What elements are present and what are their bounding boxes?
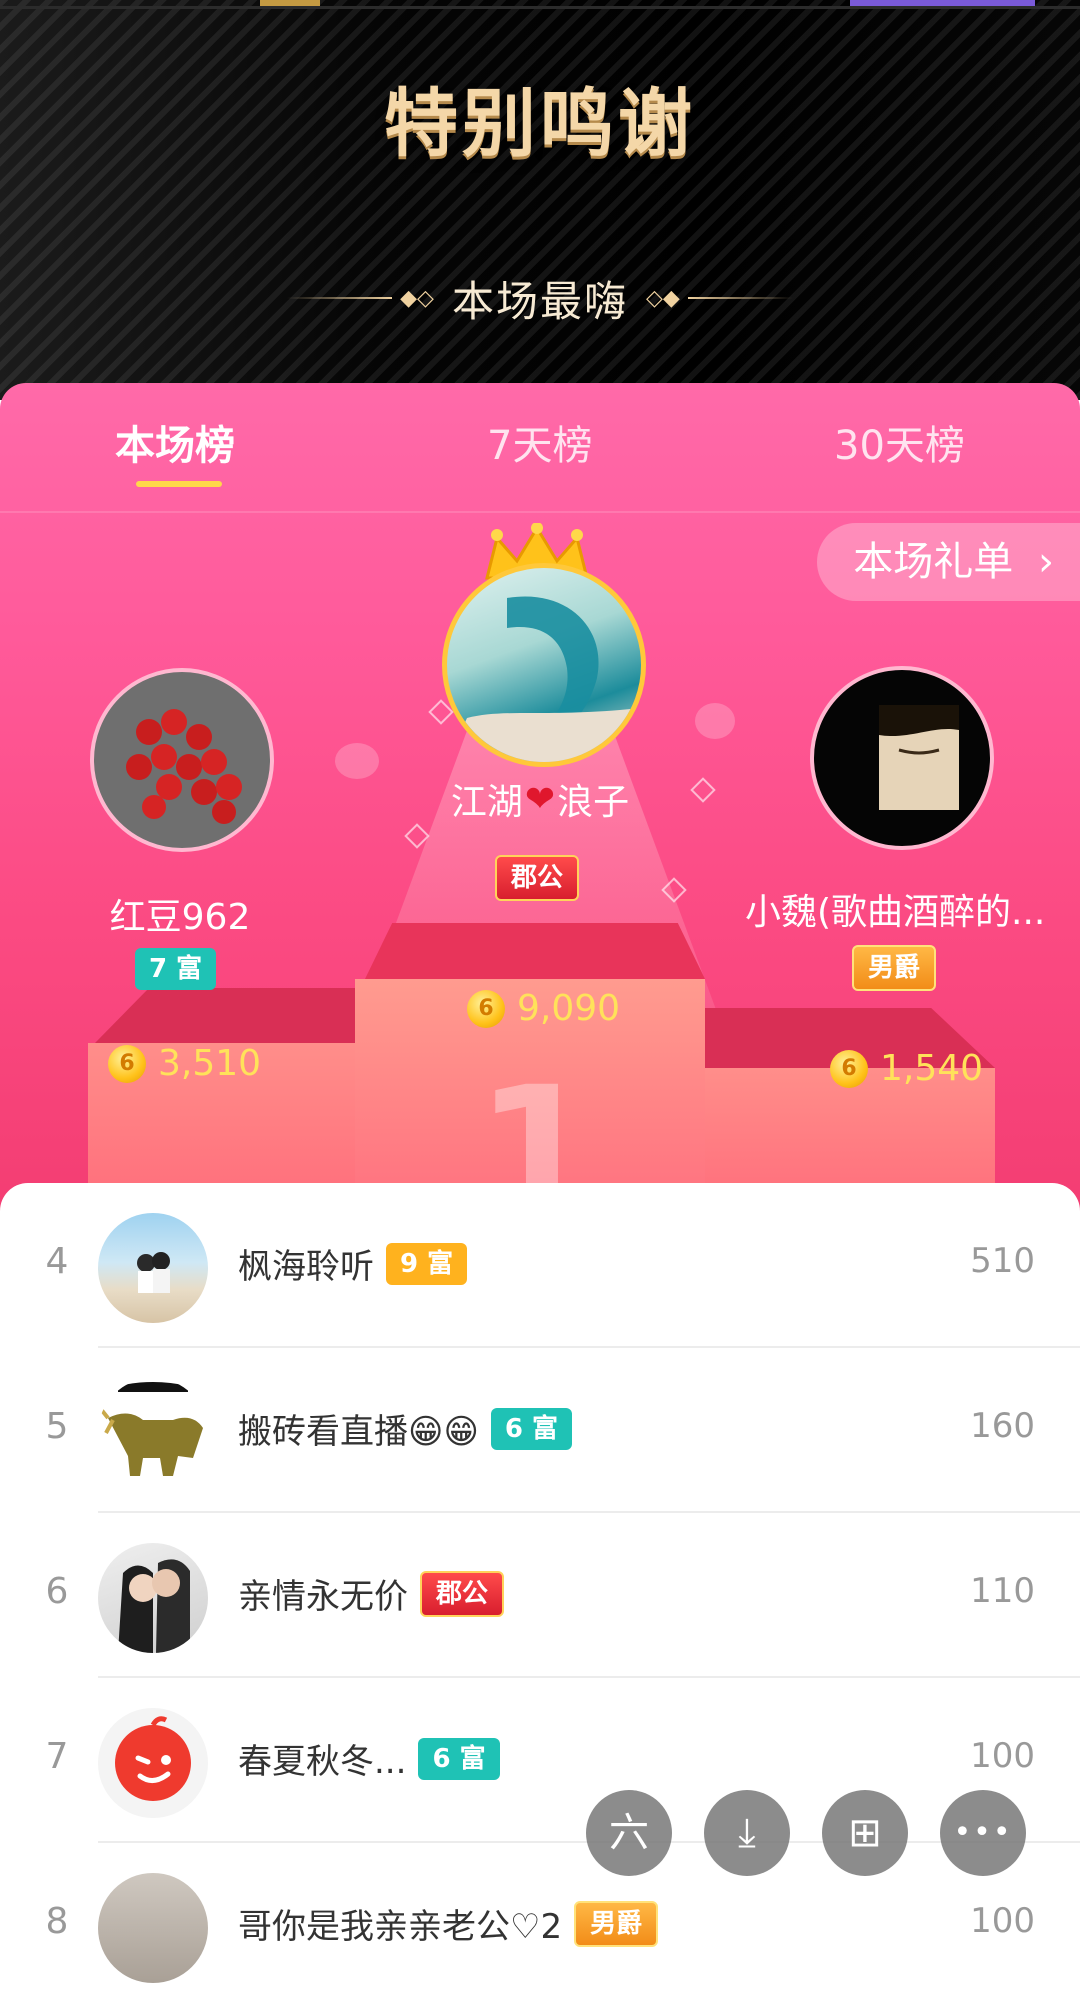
coin-icon: 6 [108, 1044, 146, 1083]
tab-indicator [136, 481, 222, 487]
divider [0, 511, 1080, 513]
score-value: 510 [970, 1241, 1035, 1281]
top2-score: 6 3,510 [108, 1043, 261, 1084]
tab-30-days[interactable]: 30天榜 [834, 413, 965, 471]
score-value: 100 [970, 1736, 1035, 1776]
list-item[interactable]: 7 春夏秋冬... 6 富 100 [0, 1678, 1080, 1843]
list-item[interactable]: 4 枫海聆听 9 富 510 [0, 1183, 1080, 1348]
ranking-list: 4 枫海聆听 9 富 510 5 搬砖看直播😁😁 6 富 160 6 亲情永无价… [0, 1183, 1080, 1983]
coin-icon: 6 [467, 989, 505, 1028]
page-title: 特别鸣谢 [384, 81, 696, 167]
top1-score: 6 9,090 [467, 988, 620, 1029]
download-icon[interactable]: ⤓ [704, 1790, 790, 1876]
score-value: 100 [970, 1901, 1035, 1941]
rank-number: 7 [45, 1736, 69, 1777]
rank-badge: 9 富 [386, 1242, 468, 1285]
top3-score: 6 1,540 [830, 1048, 983, 1089]
rank-number: 8 [45, 1901, 69, 1942]
score-value: 9,090 [517, 988, 621, 1029]
coin-icon: 6 [830, 1049, 868, 1088]
heart-icon: ❤ [524, 778, 556, 820]
chevron-right-icon: › [1038, 539, 1054, 585]
bubble-decoration [695, 703, 735, 739]
list-item-name: 枫海聆听 9 富 [238, 1239, 468, 1288]
bull-image [98, 1382, 203, 1476]
podium-2-top [95, 988, 365, 1043]
dragon-image [447, 596, 641, 762]
rank-number: 6 [45, 1571, 69, 1612]
rank-number: 5 [45, 1406, 69, 1447]
list-item-name: 亲情永无价 郡公 [238, 1569, 505, 1618]
avatar-rank-2[interactable] [90, 668, 274, 852]
divider [287, 297, 393, 299]
couple-kiss-image [118, 1559, 190, 1653]
red-beans-image [126, 709, 242, 824]
avatar[interactable] [98, 1378, 208, 1488]
list-item[interactable]: 8 哥你是我亲亲老公♡2 男爵 100 [0, 1843, 1080, 2008]
header-banner: 特别鸣谢 ◆◇ 本场最嗨 ◇◆ [0, 0, 1080, 400]
top-strip-decoration [0, 6, 1080, 9]
avatar-rank-3[interactable] [810, 666, 994, 850]
top3-name: 小魏(歌曲酒醉的... [745, 892, 1046, 933]
rank-badge: 男爵 [852, 945, 937, 991]
ranking-panel: 本场榜 7天榜 30天榜 本场礼单 › 2 3 1 江湖 ❤ 浪子 [0, 383, 1080, 1220]
rank-badge: 男爵 [574, 1900, 659, 1947]
sparkle-decoration [690, 777, 716, 803]
avatar-rank-1[interactable] [442, 563, 646, 767]
tab-7-days[interactable]: 7天榜 [487, 413, 592, 471]
avatar[interactable] [98, 1873, 208, 1983]
grid-icon[interactable]: ⊞ [822, 1790, 908, 1876]
score-value: 3,510 [158, 1043, 262, 1084]
avatar[interactable] [98, 1543, 208, 1653]
portrait-image [879, 705, 959, 810]
rank-badge: 郡公 [495, 855, 580, 901]
rank-number: 4 [45, 1241, 69, 1282]
score-value: 110 [970, 1571, 1035, 1611]
rank-badge: 郡公 [420, 1570, 505, 1617]
score-value: 1,540 [880, 1048, 984, 1089]
list-item[interactable]: 6 亲情永无价 郡公 110 [0, 1513, 1080, 1678]
avatar[interactable] [98, 1213, 208, 1323]
top1-name: 江湖 ❤ 浪子 [450, 778, 630, 824]
divider [687, 297, 793, 299]
more-icon[interactable]: ••• [940, 1790, 1026, 1876]
tab-current-show[interactable]: 本场榜 [115, 413, 235, 471]
couple-image [137, 1252, 170, 1293]
podium-1-top [365, 923, 705, 979]
rank-badge: 6 富 [418, 1737, 500, 1780]
list-item[interactable]: 5 搬砖看直播😁😁 6 富 160 [0, 1348, 1080, 1513]
score-value: 160 [970, 1406, 1035, 1446]
wink-face-image [115, 1716, 191, 1801]
six-icon[interactable]: 六 [586, 1790, 672, 1876]
list-item-name: 哥你是我亲亲老公♡2 男爵 [238, 1899, 659, 1948]
diamond-icon: ◇◆ [646, 285, 680, 311]
ranking-tabs: 本场榜 7天榜 30天榜 [0, 383, 1080, 493]
gift-list-label: 本场礼单 [853, 539, 1014, 585]
rank-badge: 6 富 [490, 1407, 573, 1450]
diamond-icon: ◆◇ [400, 285, 434, 311]
subtitle-text: 本场最嗨 [451, 276, 628, 326]
section-subtitle: ◆◇ 本场最嗨 ◇◆ [0, 268, 1080, 328]
bubble-decoration [335, 743, 379, 779]
list-item-name: 搬砖看直播😁😁 6 富 [238, 1404, 573, 1453]
avatar[interactable] [98, 1708, 208, 1818]
list-item-name: 春夏秋冬... 6 富 [238, 1734, 500, 1783]
top2-name: 红豆962 [109, 897, 251, 938]
rank-badge: 7 富 [135, 948, 217, 990]
gift-list-button[interactable]: 本场礼单 › [817, 523, 1080, 601]
